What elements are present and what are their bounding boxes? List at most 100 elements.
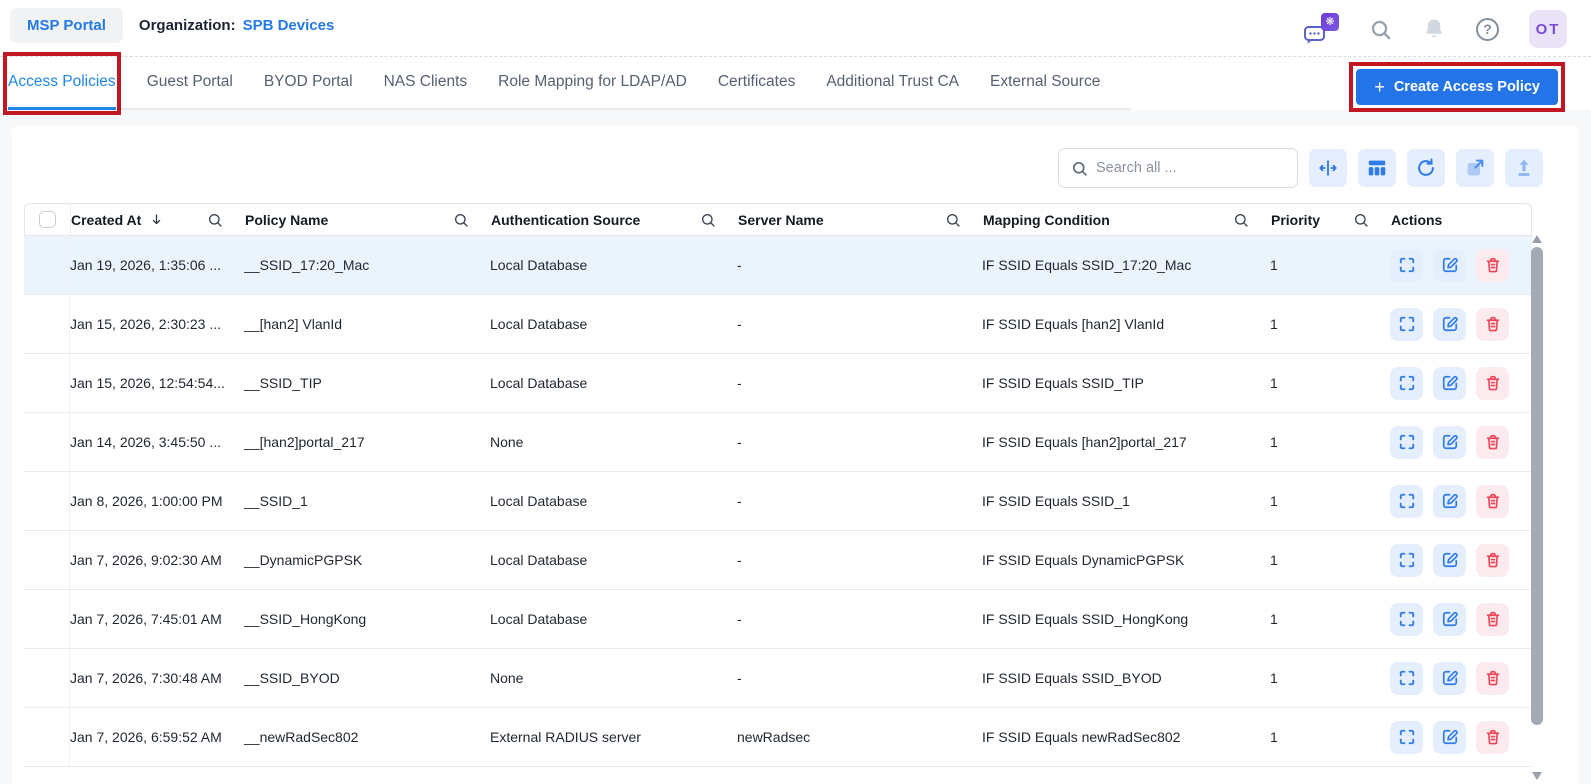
- search-all-input[interactable]: [1096, 160, 1285, 176]
- cell-actions: [1390, 602, 1532, 636]
- header-cell-authentication-source[interactable]: Authentication Source: [491, 204, 738, 235]
- open-in-new-window-button[interactable]: [1456, 149, 1494, 187]
- column-search-icon[interactable]: [453, 212, 469, 228]
- edit-policy-button[interactable]: [1433, 425, 1466, 459]
- scrollbar-up-arrow[interactable]: [1532, 235, 1542, 243]
- fit-columns-button[interactable]: [1309, 149, 1347, 187]
- expand-policy-button[interactable]: [1390, 307, 1423, 341]
- column-label: Authentication Source: [491, 211, 641, 228]
- help-icon[interactable]: ?: [1476, 17, 1499, 41]
- edit-policy-button[interactable]: [1433, 307, 1466, 341]
- edit-policy-button[interactable]: [1433, 484, 1466, 518]
- column-search-icon[interactable]: [1353, 212, 1369, 228]
- table-body: Jan 19, 2026, 1:35:06 ... __SSID_17:20_M…: [24, 236, 1532, 767]
- notifications-bell-icon[interactable]: [1422, 17, 1446, 41]
- table-row[interactable]: Jan 8, 2026, 1:00:00 PM __SSID_1 Local D…: [24, 472, 1532, 531]
- edit-policy-button[interactable]: [1433, 248, 1466, 282]
- tab[interactable]: NAS Clients: [384, 57, 468, 110]
- tab[interactable]: Certificates: [718, 57, 796, 110]
- refresh-button[interactable]: [1407, 149, 1445, 187]
- msp-portal-button[interactable]: MSP Portal: [10, 8, 123, 43]
- column-search-icon[interactable]: [1233, 212, 1249, 228]
- tab[interactable]: Additional Trust CA: [826, 57, 959, 110]
- cell-created-at: Jan 7, 2026, 7:45:01 AM: [70, 611, 222, 627]
- cell-created-at: Jan 7, 2026, 9:02:30 AM: [70, 552, 222, 568]
- organization-label: Organization:: [138, 17, 236, 34]
- tab[interactable]: BYOD Portal: [264, 57, 353, 110]
- cell-server-name: -: [737, 670, 742, 686]
- tab-label: Certificates: [717, 73, 796, 90]
- tab[interactable]: External Source: [990, 57, 1100, 110]
- table-row[interactable]: Jan 7, 2026, 7:45:01 AM __SSID_HongKong …: [24, 590, 1532, 649]
- export-button[interactable]: [1505, 149, 1543, 187]
- edit-policy-button[interactable]: [1433, 366, 1466, 400]
- cell-priority: 1: [1270, 729, 1278, 745]
- avatar[interactable]: OT: [1529, 10, 1567, 48]
- tab[interactable]: Role Mapping for LDAP/AD: [498, 57, 687, 110]
- delete-policy-button[interactable]: [1476, 720, 1509, 754]
- cell-policy-name: __newRadSec802: [244, 729, 359, 745]
- create-access-policy-label: Create Access Policy: [1393, 79, 1540, 95]
- table-row[interactable]: Jan 7, 2026, 7:30:48 AM __SSID_BYOD None…: [24, 649, 1532, 708]
- delete-policy-button[interactable]: [1476, 307, 1509, 341]
- select-all-checkbox[interactable]: [39, 211, 56, 228]
- sort-descending-icon[interactable]: [149, 212, 164, 227]
- expand-icon: [1399, 552, 1414, 568]
- delete-policy-button[interactable]: [1476, 366, 1509, 400]
- cell-created-at: Jan 7, 2026, 6:59:52 AM: [70, 729, 222, 745]
- tab[interactable]: Guest Portal: [147, 57, 233, 110]
- trash-icon: [1486, 493, 1499, 509]
- expand-icon: [1399, 257, 1414, 273]
- table-row[interactable]: Jan 15, 2026, 2:30:23 ... __[han2] VlanI…: [24, 295, 1532, 354]
- cell-server-name: -: [737, 611, 742, 627]
- delete-policy-button[interactable]: [1476, 602, 1509, 636]
- table-row[interactable]: Jan 15, 2026, 12:54:54... __SSID_TIP Loc…: [24, 354, 1532, 413]
- table-row[interactable]: Jan 14, 2026, 3:45:50 ... __[han2]portal…: [24, 413, 1532, 472]
- column-search-icon[interactable]: [207, 212, 223, 228]
- expand-policy-button[interactable]: [1390, 484, 1423, 518]
- organization-link[interactable]: SPB Devices: [243, 17, 335, 34]
- header-cell-policy-name[interactable]: Policy Name: [245, 204, 491, 235]
- edit-policy-button[interactable]: [1433, 602, 1466, 636]
- delete-policy-button[interactable]: [1476, 661, 1509, 695]
- table-row[interactable]: Jan 19, 2026, 1:35:06 ... __SSID_17:20_M…: [24, 236, 1532, 295]
- edit-policy-button[interactable]: [1433, 661, 1466, 695]
- delete-policy-button[interactable]: [1476, 425, 1509, 459]
- scrollbar-thumb[interactable]: [1531, 247, 1543, 725]
- column-search-icon[interactable]: [700, 212, 716, 228]
- delete-policy-button[interactable]: [1476, 484, 1509, 518]
- expand-policy-button[interactable]: [1390, 425, 1423, 459]
- edit-policy-button[interactable]: [1433, 720, 1466, 754]
- create-access-policy-button[interactable]: + Create Access Policy: [1356, 69, 1558, 105]
- table-scrollbar[interactable]: [1530, 233, 1544, 784]
- expand-policy-button[interactable]: [1390, 366, 1423, 400]
- plus-icon: +: [1374, 77, 1385, 97]
- table-row[interactable]: Jan 7, 2026, 9:02:30 AM __DynamicPGPSK L…: [24, 531, 1532, 590]
- delete-policy-button[interactable]: [1476, 543, 1509, 577]
- column-label: Policy Name: [245, 211, 329, 228]
- row-checkbox-cell: [24, 354, 70, 412]
- tab[interactable]: Access Policies: [3, 52, 121, 115]
- policies-table: Created At Policy Name Authentication So…: [24, 203, 1532, 767]
- header-cell-server-name[interactable]: Server Name: [738, 204, 983, 235]
- edit-policy-button[interactable]: [1433, 543, 1466, 577]
- expand-policy-button[interactable]: [1390, 602, 1423, 636]
- header-cell-created-at[interactable]: Created At: [71, 204, 245, 235]
- expand-policy-button[interactable]: [1390, 543, 1423, 577]
- header-cell-mapping-condition[interactable]: Mapping Condition: [983, 204, 1271, 235]
- expand-policy-button[interactable]: [1390, 720, 1423, 754]
- cell-authentication-source: Local Database: [490, 493, 588, 509]
- column-search-icon[interactable]: [945, 212, 961, 228]
- row-checkbox-cell: [24, 590, 70, 648]
- columns-button[interactable]: [1358, 149, 1396, 187]
- cell-policy-name: __[han2] VlanId: [244, 316, 343, 332]
- scrollbar-down-arrow[interactable]: [1532, 772, 1542, 780]
- expand-policy-button[interactable]: [1390, 248, 1423, 282]
- expand-policy-button[interactable]: [1390, 661, 1423, 695]
- global-search-icon[interactable]: [1369, 18, 1392, 41]
- table-row[interactable]: Jan 7, 2026, 6:59:52 AM __newRadSec802 E…: [24, 708, 1532, 767]
- header-cell-priority[interactable]: Priority: [1271, 204, 1391, 235]
- assistant-chat-icon[interactable]: ❋: [1303, 13, 1339, 45]
- delete-policy-button[interactable]: [1476, 248, 1509, 282]
- column-label: Actions: [1391, 211, 1443, 228]
